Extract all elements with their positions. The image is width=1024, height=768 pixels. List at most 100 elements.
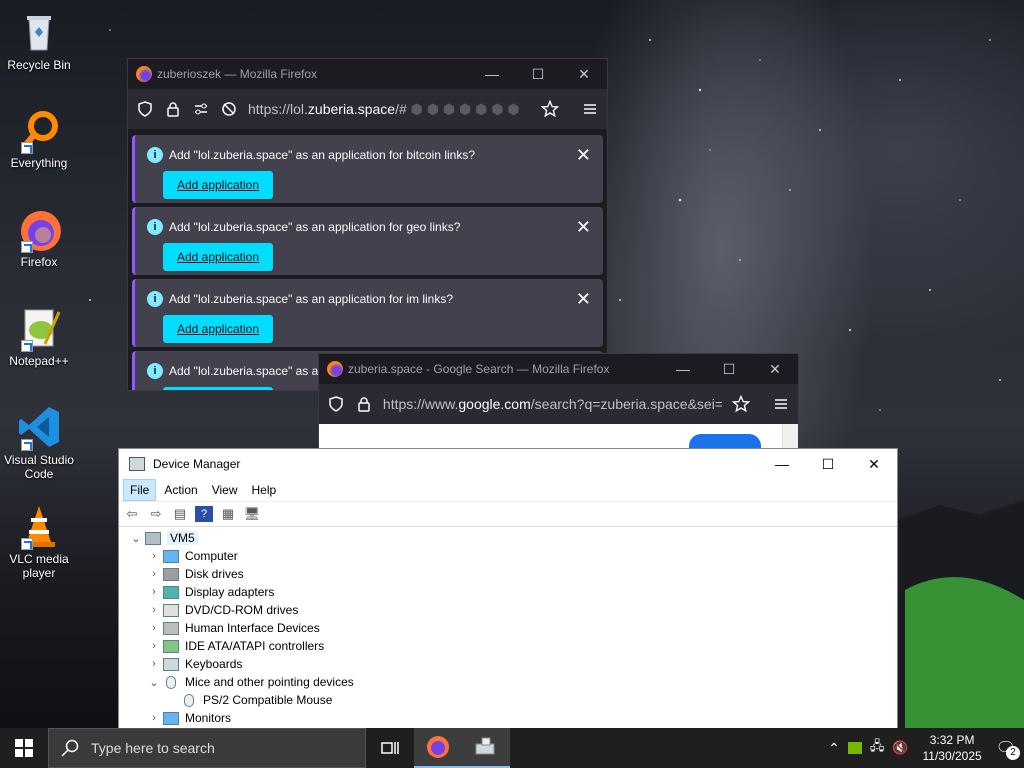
tree-item-label: Mice and other pointing devices (185, 675, 354, 689)
expand-chevron-icon[interactable]: › (145, 604, 163, 616)
tree-item-mice[interactable]: ⌄ Mice and other pointing devices (127, 673, 889, 691)
close-button[interactable]: ✕ (561, 59, 607, 89)
maximize-button[interactable]: ☐ (706, 354, 752, 384)
tree-item-disk-drives[interactable]: › Disk drives (127, 565, 889, 583)
volume-muted-icon[interactable]: 🔇 (892, 740, 908, 756)
notification-center-icon[interactable]: 🗨 2 (996, 738, 1020, 760)
menu-help[interactable]: Help (246, 480, 283, 500)
back-icon[interactable]: ⇦ (123, 506, 141, 522)
tree-item-monitors[interactable]: › Monitors (127, 709, 889, 727)
expand-chevron-icon[interactable]: › (145, 658, 163, 670)
expand-chevron-icon[interactable]: › (145, 568, 163, 580)
device-manager-icon (129, 457, 145, 471)
window-title: Device Manager (153, 457, 241, 471)
help-icon[interactable]: ? (195, 506, 213, 522)
expand-chevron-icon[interactable]: › (145, 640, 163, 652)
taskbar-firefox-button[interactable] (414, 728, 462, 768)
tree-item-display-adapters[interactable]: › Display adapters (127, 583, 889, 601)
task-view-button[interactable] (366, 728, 414, 768)
forward-icon[interactable]: ⇨ (147, 506, 165, 522)
dvd-drive-icon (163, 603, 179, 617)
tree-item-hid[interactable]: › Human Interface Devices (127, 619, 889, 637)
tree-item-computer[interactable]: › Computer (127, 547, 889, 565)
menu-view[interactable]: View (206, 480, 244, 500)
bookmark-star-icon[interactable] (541, 100, 559, 118)
firefox-window-google-search[interactable]: zuberia.space - Google Search — Mozilla … (318, 353, 799, 453)
maximize-button[interactable]: ☐ (515, 59, 561, 89)
shortcut-arrow-icon (21, 340, 33, 352)
menu-action[interactable]: Action (158, 480, 203, 500)
desktop-icon-notepadpp[interactable]: Notepad++ (4, 304, 74, 368)
scan-hardware-icon[interactable]: 🖥 (243, 506, 261, 522)
add-application-button[interactable] (163, 387, 273, 390)
desktop-icon-recycle-bin[interactable]: Recycle Bin (4, 8, 74, 72)
expand-chevron-icon[interactable]: › (145, 712, 163, 724)
tree-root[interactable]: ⌄ VM5 (127, 529, 889, 547)
menu-icon[interactable] (772, 395, 790, 413)
menu-file[interactable]: File (123, 479, 157, 501)
tree-item-label: Computer (185, 549, 238, 563)
desktop-icon-firefox[interactable]: Firefox (4, 205, 74, 269)
menu-icon[interactable] (581, 100, 599, 118)
mouse-icon (166, 675, 176, 689)
collapse-chevron-icon[interactable]: ⌄ (145, 676, 163, 689)
url-text[interactable]: https://www.google.com/search?q=zuberia.… (383, 396, 722, 412)
add-application-button[interactable]: Add application (163, 171, 273, 199)
desktop-icon-vlc[interactable]: VLC media player (4, 502, 74, 580)
minimize-button[interactable]: — (469, 59, 515, 89)
window-titlebar[interactable]: zuberia.space - Google Search — Mozilla … (319, 354, 798, 384)
permissions-icon[interactable] (192, 100, 210, 118)
desktop-icon-label: Everything (10, 156, 68, 170)
collapse-chevron-icon[interactable]: ⌄ (127, 532, 145, 545)
clock[interactable]: 3:32 PM 11/30/2025 (923, 732, 982, 764)
window-titlebar[interactable]: Device Manager — ☐ ✕ (119, 449, 897, 479)
tree-item-ide-controllers[interactable]: › IDE ATA/ATAPI controllers (127, 637, 889, 655)
firefox-window-zuberioszek[interactable]: zuberioszek — Mozilla Firefox — ☐ ✕ http… (127, 58, 608, 391)
close-icon[interactable]: ✕ (576, 145, 591, 166)
desktop-icon-everything[interactable]: Everything (4, 106, 74, 170)
device-manager-window[interactable]: Device Manager — ☐ ✕ File Action View He… (118, 448, 898, 730)
tree-item-label: IDE ATA/ATAPI controllers (185, 639, 325, 653)
taskbar-device-manager-button[interactable] (462, 728, 510, 768)
minimize-button[interactable]: — (660, 354, 706, 384)
close-button[interactable]: ✕ (851, 449, 897, 479)
add-application-button[interactable]: Add application (163, 315, 273, 343)
add-application-button[interactable]: Add application (163, 243, 273, 271)
lock-icon[interactable] (355, 395, 373, 413)
tree-item-label: PS/2 Compatible Mouse (203, 693, 333, 707)
expand-chevron-icon[interactable]: › (145, 550, 163, 562)
blocked-media-icon[interactable] (220, 100, 238, 118)
properties-icon[interactable]: ▦ (219, 506, 237, 522)
close-icon[interactable]: ✕ (576, 289, 591, 310)
device-tree: ⌄ VM5 › Computer › Disk drives › Display… (119, 527, 897, 729)
tree-item-ps2-mouse[interactable]: PS/2 Compatible Mouse (127, 691, 889, 709)
close-icon[interactable]: ✕ (576, 217, 591, 238)
notification-bar: i Add "lol.zuberia.space" as an applicat… (132, 279, 603, 347)
tree-item-dvd-drives[interactable]: › DVD/CD-ROM drives (127, 601, 889, 619)
chevron-up-icon[interactable]: ⌃ (828, 740, 840, 757)
start-button[interactable] (0, 728, 48, 768)
keyboard-icon (163, 657, 179, 671)
window-titlebar[interactable]: zuberioszek — Mozilla Firefox — ☐ ✕ (128, 59, 607, 89)
task-view-icon (381, 742, 399, 754)
shield-icon[interactable] (136, 100, 154, 118)
bookmark-star-icon[interactable] (732, 395, 751, 413)
taskbar-search-box[interactable]: Type here to search (48, 728, 366, 768)
expand-chevron-icon[interactable]: › (145, 622, 163, 634)
url-text[interactable]: https://lol.zuberia.space/# ⬢ ⬢ ⬢ ⬢ ⬢ ⬢ … (248, 101, 520, 118)
firefox-icon (136, 66, 152, 82)
maximize-button[interactable]: ☐ (805, 449, 851, 479)
close-button[interactable]: ✕ (752, 354, 798, 384)
nvidia-icon[interactable] (847, 742, 862, 754)
expand-chevron-icon[interactable]: › (145, 586, 163, 598)
url-bar[interactable]: https://www.google.com/search?q=zuberia.… (319, 384, 798, 424)
minimize-button[interactable]: — (759, 449, 805, 479)
lock-icon[interactable] (164, 100, 182, 118)
show-hide-console-tree-icon[interactable]: ▤ (171, 506, 189, 522)
url-bar[interactable]: https://lol.zuberia.space/# ⬢ ⬢ ⬢ ⬢ ⬢ ⬢ … (128, 89, 607, 129)
tree-item-keyboards[interactable]: › Keyboards (127, 655, 889, 673)
desktop-icon-vscode[interactable]: Visual Studio Code (4, 403, 74, 481)
shield-icon[interactable] (327, 395, 345, 413)
network-icon[interactable]: 🖧 (870, 737, 885, 759)
notification-message: Add "lol.zuberia.space" as an applicatio… (169, 220, 461, 234)
